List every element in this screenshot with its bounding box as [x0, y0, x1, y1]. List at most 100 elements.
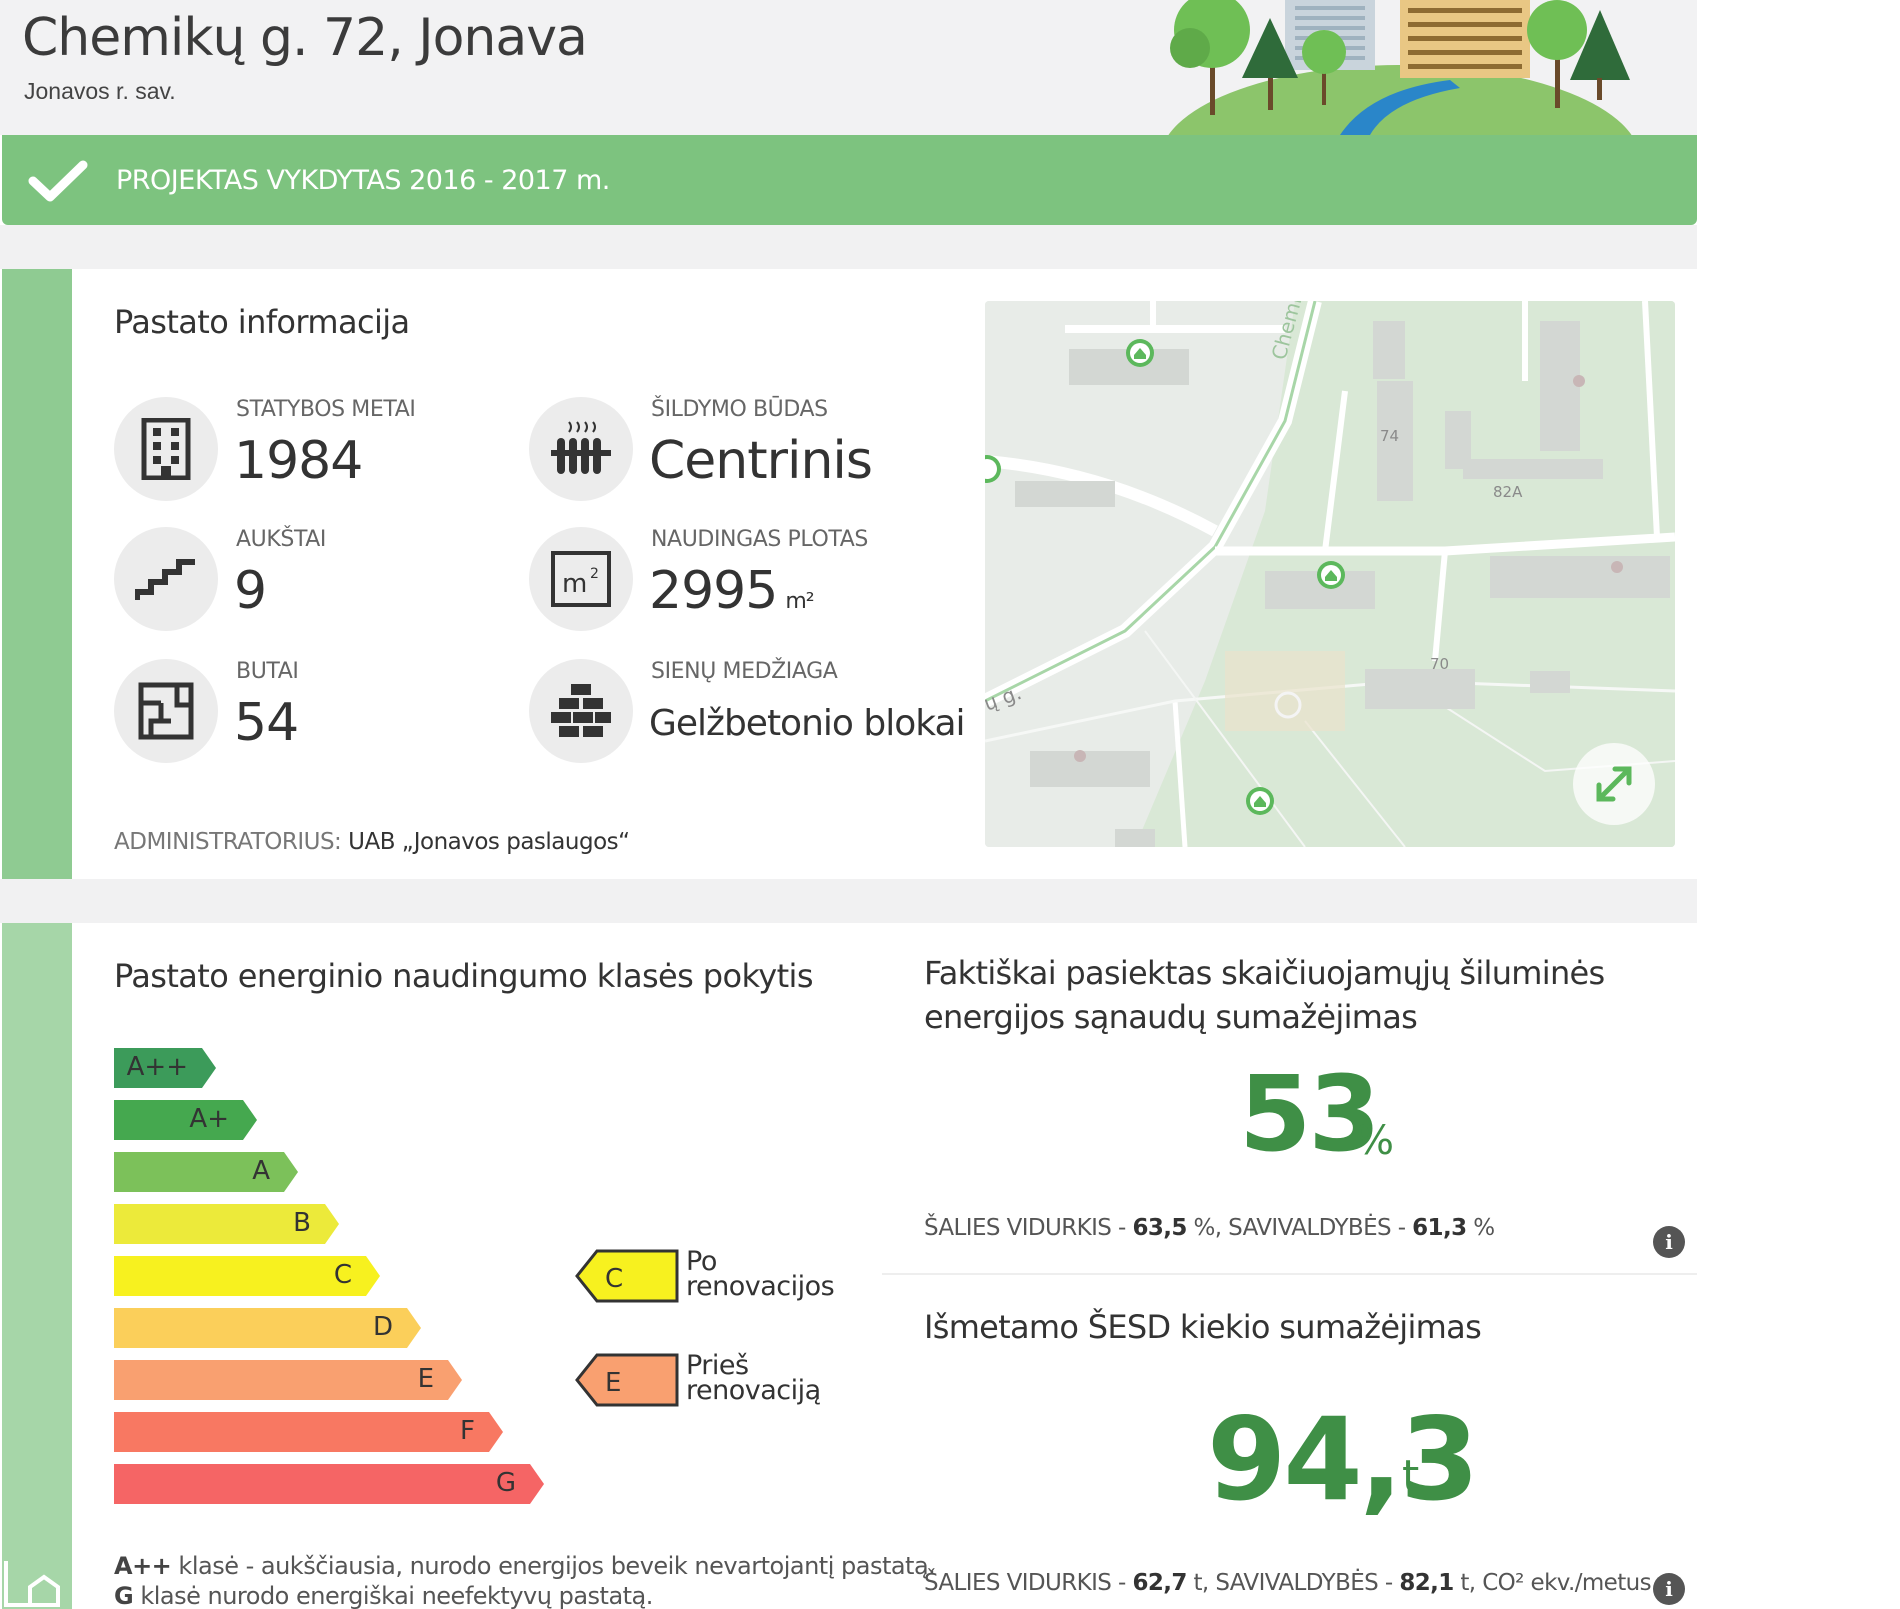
bricks-icon — [529, 659, 633, 763]
energy-class-bar: G — [114, 1464, 544, 1504]
heat-reduction-averages: ŠALIES VIDURKIS - 63,5 %, SAVIVALDYBĖS -… — [924, 1215, 1495, 1241]
section-gap — [0, 225, 1697, 269]
note-country-value: 63,5 — [1132, 1215, 1187, 1241]
after-label-line2: renovacijos — [686, 1271, 835, 1302]
stairs-icon — [114, 527, 218, 631]
before-label-line2: renovaciją — [686, 1375, 821, 1406]
before-class-letter: E — [605, 1368, 621, 1398]
card-accent-bar — [2, 269, 72, 879]
heat-reduction-title: Faktiškai pasiektas skaičiuojamųjų šilum… — [924, 954, 1605, 1036]
before-renovation-tag: E — [575, 1353, 679, 1407]
energy-class-bar: C — [114, 1256, 380, 1296]
note-mid: %, SAVIVALDYBĖS - — [1186, 1215, 1413, 1241]
admin-value: UAB „Jonavos paslaugos“ — [348, 829, 630, 855]
page: Chemikų g. 72, Jonava Jonavos r. sav. PR… — [0, 0, 1900, 1609]
radiator-icon — [529, 397, 633, 501]
energy-class-label: B — [293, 1208, 311, 1238]
heat-info-icon[interactable]: i — [1653, 1226, 1685, 1258]
energy-class-legend: A++ klasė - aukščiausia, nurodo energijo… — [114, 1551, 936, 1609]
note-municipality-value: 61,3 — [1412, 1215, 1467, 1241]
page-title: Chemikų g. 72, Jonava — [22, 8, 588, 68]
legend-text-bottom: klasė nurodo energiškai neefektyvų pasta… — [133, 1582, 653, 1609]
note-prefix: ŠALIES VIDURKIS - — [924, 1570, 1133, 1596]
ghg-reduction-averages: ŠALIES VIDURKIS - 62,7 t, SAVIVALDYBĖS -… — [924, 1570, 1658, 1596]
energy-class-arrow — [114, 1412, 503, 1452]
ghg-reduction-title: Išmetamo ŠESD kiekio sumažėjimas — [924, 1308, 1482, 1346]
energy-class-label: A — [252, 1156, 270, 1186]
legend-text-top: klasė - aukščiausia, nurodo energijos be… — [171, 1552, 936, 1580]
after-renovation-label: Po renovacijos — [686, 1248, 835, 1302]
legend-class-bottom: G — [114, 1582, 134, 1609]
heat-reduction-unit: % — [1356, 1118, 1395, 1164]
legend-class-top: A++ — [114, 1552, 172, 1580]
before-renovation-label: Prieš renovaciją — [686, 1352, 821, 1406]
info-label: NAUDINGAS PLOTAS — [651, 527, 868, 552]
info-label: ŠILDYMO BŪDAS — [651, 397, 828, 422]
energy-class-arrow — [114, 1152, 298, 1192]
info-label: BUTAI — [236, 659, 299, 684]
energy-class-bar: E — [114, 1360, 462, 1400]
energy-class-bar: B — [114, 1204, 339, 1244]
project-status-banner: PROJEKTAS VYKDYTAS 2016 - 2017 m. — [2, 135, 1697, 225]
map-house-marker-icon — [1126, 339, 1154, 367]
note-prefix: ŠALIES VIDURKIS - — [924, 1215, 1133, 1241]
after-renovation-tag: C — [575, 1249, 679, 1303]
page-subtitle: Jonavos r. sav. — [24, 78, 176, 104]
note-suffix: % — [1466, 1215, 1495, 1241]
info-value: 9 — [234, 561, 267, 621]
energy-class-bar: F — [114, 1412, 503, 1452]
check-icon — [28, 160, 88, 202]
map-expand-button[interactable] — [1573, 743, 1655, 825]
energy-class-arrow — [114, 1464, 544, 1504]
building-info-title: Pastato informacija — [114, 303, 410, 341]
legend-line-2: G klasė nurodo energiškai neefektyvų pas… — [114, 1581, 935, 1609]
note-municipality-value: 82,1 — [1399, 1570, 1454, 1596]
info-value: Gelžbetonio blokai — [649, 703, 966, 744]
energy-class-label: F — [460, 1416, 475, 1446]
energy-class-bar: A+ — [114, 1100, 257, 1140]
svg-text:2: 2 — [590, 566, 599, 582]
energy-class-label: D — [372, 1312, 393, 1342]
info-label: STATYBOS METAI — [236, 397, 416, 422]
legend-line-1: A++ klasė - aukščiausia, nurodo energijo… — [114, 1551, 936, 1581]
note-mid: t, SAVIVALDYBĖS - — [1186, 1570, 1400, 1596]
ghg-reduction-value: 94,3 — [1207, 1393, 1479, 1526]
energy-card: Pastato energinio naudingumo klasės poky… — [2, 923, 1697, 1609]
energy-class-arrow — [114, 1100, 257, 1140]
map-house-label: 74 — [1380, 427, 1399, 445]
info-label: AUKŠTAI — [236, 527, 327, 552]
info-value: Centrinis — [649, 431, 873, 491]
card-accent-bar — [2, 923, 72, 1609]
project-status-text: PROJEKTAS VYKDYTAS 2016 - 2017 m. — [116, 165, 610, 196]
map-house-marker-icon — [1317, 561, 1345, 589]
floorplan-icon — [114, 659, 218, 763]
ghg-reduction-unit: t — [1402, 1451, 1420, 1502]
info-value: 2995 m² — [649, 561, 815, 621]
area-unit: m² — [785, 589, 814, 614]
info-value: 1984 — [234, 431, 363, 491]
ghg-info-icon[interactable]: i — [1653, 1573, 1685, 1605]
stat-divider — [882, 1273, 1697, 1275]
map-house-label: 82A — [1493, 483, 1523, 501]
area-number: 2995 — [649, 561, 778, 621]
map-canvas: Chemi ų g. 74 82A 70 — [985, 301, 1675, 847]
page-header: Chemikų g. 72, Jonava Jonavos r. sav. — [0, 0, 1697, 135]
administrator-line: ADMINISTRATORIUS: UAB „Jonavos paslaugos… — [114, 829, 630, 855]
energy-class-title: Pastato energinio naudingumo klasės poky… — [114, 957, 814, 995]
landscape-illustration-icon — [1168, 0, 1632, 135]
energy-class-label: G — [495, 1468, 516, 1498]
corner-logo-icon — [4, 1561, 60, 1607]
energy-class-bar: A — [114, 1152, 298, 1192]
map-house-label: 70 — [1430, 655, 1449, 673]
info-value: 54 — [234, 693, 299, 753]
info-label: SIENŲ MEDŽIAGA — [651, 659, 838, 684]
admin-label: ADMINISTRATORIUS: — [114, 829, 342, 855]
building-icon — [114, 397, 218, 501]
map-house-marker-icon — [1246, 787, 1274, 815]
energy-class-bar: A++ — [114, 1048, 216, 1088]
building-info-card: Pastato informacija STATYBOS METAI 1984 … — [2, 269, 1697, 879]
energy-class-label: E — [417, 1364, 434, 1394]
location-map[interactable]: Chemi ų g. 74 82A 70 — [985, 301, 1675, 847]
energy-class-label: C — [333, 1260, 352, 1290]
area-icon: m2 — [529, 527, 633, 631]
